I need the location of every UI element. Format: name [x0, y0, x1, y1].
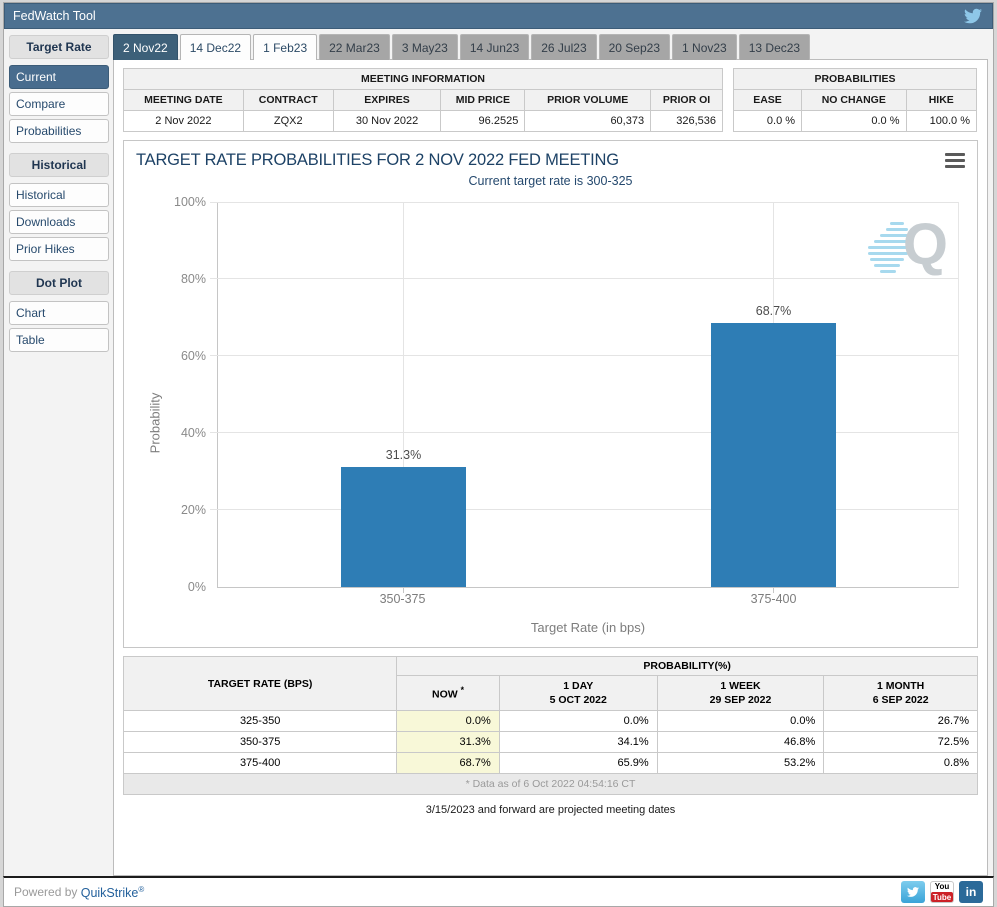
col-mid-price: MID PRICE	[441, 90, 525, 111]
col-now: NOW *	[397, 676, 499, 711]
bar-chart: Probability 0% 20% 40% 60%	[217, 202, 959, 643]
y-tick-100: 100%	[174, 195, 206, 209]
tab-panel: MEETING INFORMATION MEETING DATE CONTRAC…	[113, 59, 988, 876]
probability-history-table: TARGET RATE (BPS) PROBABILITY(%) NOW * 1…	[123, 656, 978, 795]
main-area: 2 Nov22 14 Dec22 1 Feb23 22 Mar23 3 May2…	[113, 34, 988, 876]
table-row: 375-400 68.7% 65.9% 53.2% 0.8%	[124, 753, 978, 774]
tab-1feb23[interactable]: 1 Feb23	[253, 34, 317, 60]
col-group-probability: PROBABILITY(%)	[397, 657, 978, 676]
rate-375-400: 375-400	[124, 753, 397, 774]
tab-13dec23[interactable]: 13 Dec23	[739, 34, 810, 60]
watermark-q: Q	[903, 216, 948, 274]
app-frame: FedWatch Tool Target Rate Current Compar…	[3, 2, 994, 876]
tab-2nov22[interactable]: 2 Nov22	[113, 34, 178, 60]
col-prior-oi: PRIOR OI	[651, 90, 723, 111]
col-expires: EXPIRES	[333, 90, 441, 111]
prior-volume-value: 60,373	[525, 111, 651, 132]
bar-375-400[interactable]	[711, 323, 836, 587]
y-tick-40: 40%	[181, 426, 206, 440]
x-label-375-400: 375-400	[751, 592, 797, 606]
tab-1nov23[interactable]: 1 Nov23	[672, 34, 737, 60]
meeting-information-title: MEETING INFORMATION	[123, 68, 723, 89]
title-bar: FedWatch Tool	[4, 3, 993, 29]
quikstrike-link[interactable]: QuikStrike®	[81, 886, 145, 900]
sidebar-header-historical: Historical	[9, 153, 109, 177]
contract-value: ZQX2	[243, 111, 333, 132]
tab-20sep23[interactable]: 20 Sep23	[599, 34, 670, 60]
tab-26jul23[interactable]: 26 Jul23	[531, 34, 596, 60]
hike-value: 100.0 %	[906, 111, 976, 132]
y-tick-20: 20%	[181, 503, 206, 517]
bar-label-350-375: 31.3%	[341, 448, 466, 462]
app-title: FedWatch Tool	[13, 9, 96, 23]
probabilities-summary-table: PROBABILITIES EASE NO CHANGE HIKE 0.0 % …	[733, 68, 977, 132]
chart-panel: TARGET RATE PROBABILITIES FOR 2 NOV 2022…	[123, 140, 978, 648]
bar-350-375[interactable]	[341, 467, 466, 588]
sidebar-item-historical[interactable]: Historical	[9, 183, 109, 207]
probabilities-title: PROBABILITIES	[733, 68, 977, 89]
rate-325-350: 325-350	[124, 711, 397, 732]
y-tick-0: 0%	[188, 580, 206, 594]
y-tick-60: 60%	[181, 349, 206, 363]
meeting-date-value: 2 Nov 2022	[124, 111, 244, 132]
col-prior-volume: PRIOR VOLUME	[525, 90, 651, 111]
tab-14jun23[interactable]: 14 Jun23	[460, 34, 529, 60]
meeting-information-table: MEETING INFORMATION MEETING DATE CONTRAC…	[123, 68, 723, 132]
prior-oi-value: 326,536	[651, 111, 723, 132]
sidebar-item-downloads[interactable]: Downloads	[9, 210, 109, 234]
projected-dates-note: 3/15/2023 and forward are projected meet…	[123, 795, 978, 818]
mid-price-value: 96.2525	[441, 111, 525, 132]
x-label-350-375: 350-375	[380, 592, 426, 606]
chart-subtitle: Current target rate is 300-325	[132, 172, 969, 198]
sidebar-item-compare[interactable]: Compare	[9, 92, 109, 116]
sidebar-item-current[interactable]: Current	[9, 65, 109, 89]
tab-22mar23[interactable]: 22 Mar23	[319, 34, 390, 60]
plot-area: 0% 20% 40% 60% 80% 100% 31.3% 68.7%	[217, 202, 959, 588]
x-axis-title: Target Rate (in bps)	[217, 614, 959, 643]
sidebar: Target Rate Current Compare Probabilitie…	[9, 34, 109, 876]
col-meeting-date: MEETING DATE	[124, 90, 244, 111]
col-ease: EASE	[734, 90, 802, 111]
table-row: 350-375 31.3% 34.1% 46.8% 72.5%	[124, 732, 978, 753]
sidebar-item-probabilities[interactable]: Probabilities	[9, 119, 109, 143]
chart-menu-icon[interactable]	[945, 153, 965, 168]
meeting-date-tabs: 2 Nov22 14 Dec22 1 Feb23 22 Mar23 3 May2…	[113, 34, 988, 60]
col-contract: CONTRACT	[243, 90, 333, 111]
no-change-value: 0.0 %	[802, 111, 906, 132]
ease-value: 0.0 %	[734, 111, 802, 132]
col-target-rate-bps: TARGET RATE (BPS)	[124, 657, 397, 711]
y-tick-80: 80%	[181, 272, 206, 286]
tab-3may23[interactable]: 3 May23	[392, 34, 458, 60]
col-no-change: NO CHANGE	[802, 90, 906, 111]
sidebar-item-prior-hikes[interactable]: Prior Hikes	[9, 237, 109, 261]
col-1-day: 1 DAY5 OCT 2022	[499, 676, 657, 711]
tab-14dec22[interactable]: 14 Dec22	[180, 34, 251, 60]
chart-title: TARGET RATE PROBABILITIES FOR 2 NOV 2022…	[132, 147, 969, 172]
col-1-month: 1 MONTH6 SEP 2022	[824, 676, 978, 711]
sidebar-header-dot-plot: Dot Plot	[9, 271, 109, 295]
table-row: 325-350 0.0% 0.0% 0.0% 26.7%	[124, 711, 978, 732]
sidebar-item-table[interactable]: Table	[9, 328, 109, 352]
sidebar-item-chart[interactable]: Chart	[9, 301, 109, 325]
bar-label-375-400: 68.7%	[711, 304, 836, 318]
y-axis-title: Probability	[148, 392, 163, 453]
sidebar-header-target-rate: Target Rate	[9, 35, 109, 59]
rate-350-375: 350-375	[124, 732, 397, 753]
powered-by: Powered by QuikStrike®	[14, 884, 144, 899]
twitter-icon[interactable]	[962, 7, 984, 25]
expires-value: 30 Nov 2022	[333, 111, 441, 132]
footer-bar: Powered by QuikStrike® You Tube in	[3, 876, 994, 907]
col-1-week: 1 WEEK29 SEP 2022	[657, 676, 824, 711]
data-as-of-note: * Data as of 6 Oct 2022 04:54:16 CT	[124, 774, 978, 795]
col-hike: HIKE	[906, 90, 976, 111]
